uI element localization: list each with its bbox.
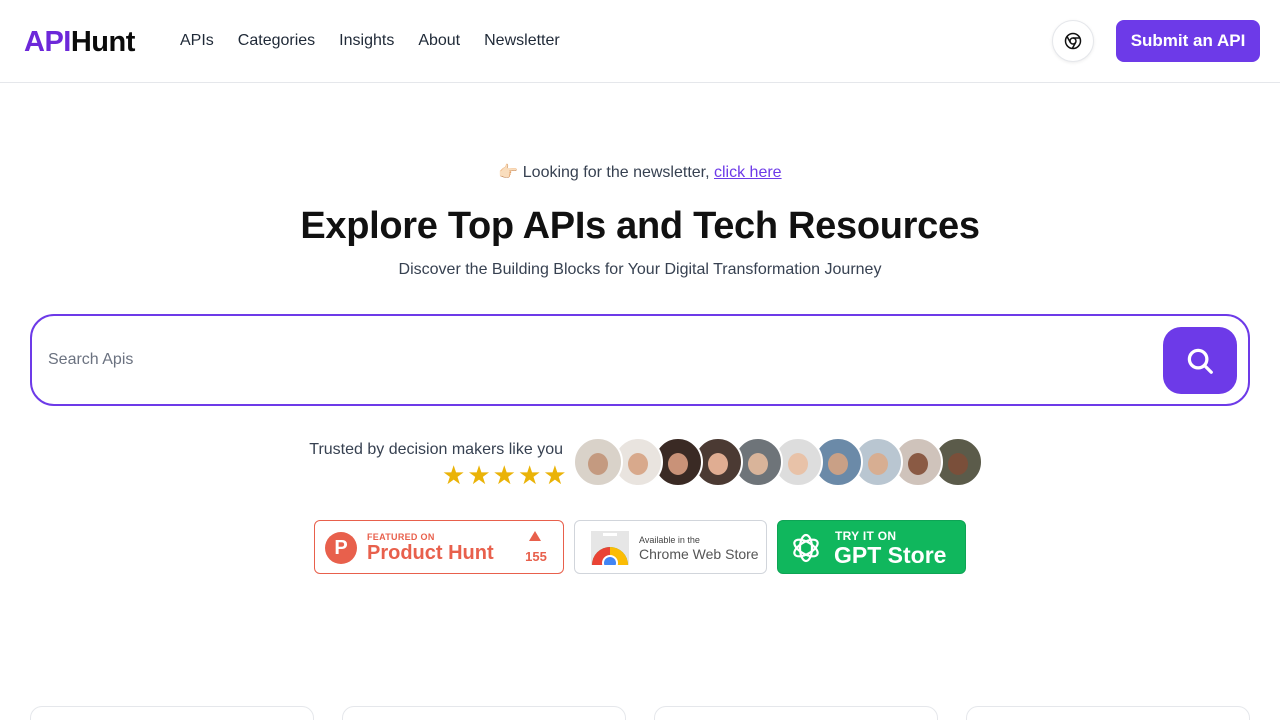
star-rating: ★ ★ ★ ★ ★ bbox=[442, 462, 567, 488]
avatar bbox=[573, 437, 623, 487]
top-navbar: APIHunt APIs Categories Insights About N… bbox=[0, 0, 1280, 83]
chrome-extension-button[interactable] bbox=[1052, 20, 1094, 62]
avatar-group bbox=[573, 437, 983, 487]
search-button[interactable] bbox=[1163, 327, 1237, 394]
newsletter-note: 👉🏻 Looking for the newsletter, click her… bbox=[498, 164, 782, 181]
page-subtitle: Discover the Building Blocks for Your Di… bbox=[398, 261, 882, 278]
main-nav: APIs Categories Insights About Newslette… bbox=[180, 30, 560, 52]
openai-icon bbox=[793, 533, 819, 563]
nav-insights[interactable]: Insights bbox=[339, 30, 394, 52]
nav-categories[interactable]: Categories bbox=[238, 30, 315, 52]
upvote-arrow-icon bbox=[529, 531, 541, 541]
product-hunt-badge[interactable]: P FEATURED ON Product Hunt 155 bbox=[314, 520, 564, 574]
nav-apis[interactable]: APIs bbox=[180, 30, 214, 52]
star-icon: ★ bbox=[467, 460, 491, 490]
upvote-count: 155 bbox=[525, 549, 547, 564]
search-box bbox=[30, 314, 1250, 406]
chrome-icon bbox=[1064, 32, 1082, 50]
page-title: Explore Top APIs and Tech Resources bbox=[300, 205, 980, 247]
search-icon bbox=[1187, 348, 1213, 374]
api-card[interactable] bbox=[654, 706, 938, 720]
star-icon: ★ bbox=[492, 460, 516, 490]
star-icon: ★ bbox=[442, 460, 466, 490]
apihunt-logo[interactable]: APIHunt bbox=[24, 24, 135, 60]
nav-about[interactable]: About bbox=[418, 30, 460, 52]
chrome-web-store-icon bbox=[591, 531, 629, 565]
product-hunt-icon: P bbox=[325, 532, 357, 564]
star-icon: ★ bbox=[543, 460, 567, 490]
api-card[interactable] bbox=[966, 706, 1250, 720]
trusted-text: Trusted by decision makers like you bbox=[309, 441, 563, 458]
nav-newsletter[interactable]: Newsletter bbox=[484, 30, 560, 52]
api-card[interactable] bbox=[342, 706, 626, 720]
chrome-web-store-badge[interactable]: Available in the Chrome Web Store bbox=[574, 520, 767, 574]
submit-api-button[interactable]: Submit an API bbox=[1116, 20, 1260, 62]
gpt-store-badge[interactable]: TRY IT ON GPT Store bbox=[777, 520, 966, 574]
api-card[interactable] bbox=[30, 706, 314, 720]
star-icon: ★ bbox=[517, 460, 542, 490]
newsletter-link[interactable]: click here bbox=[714, 164, 782, 181]
search-input[interactable] bbox=[48, 340, 1148, 380]
